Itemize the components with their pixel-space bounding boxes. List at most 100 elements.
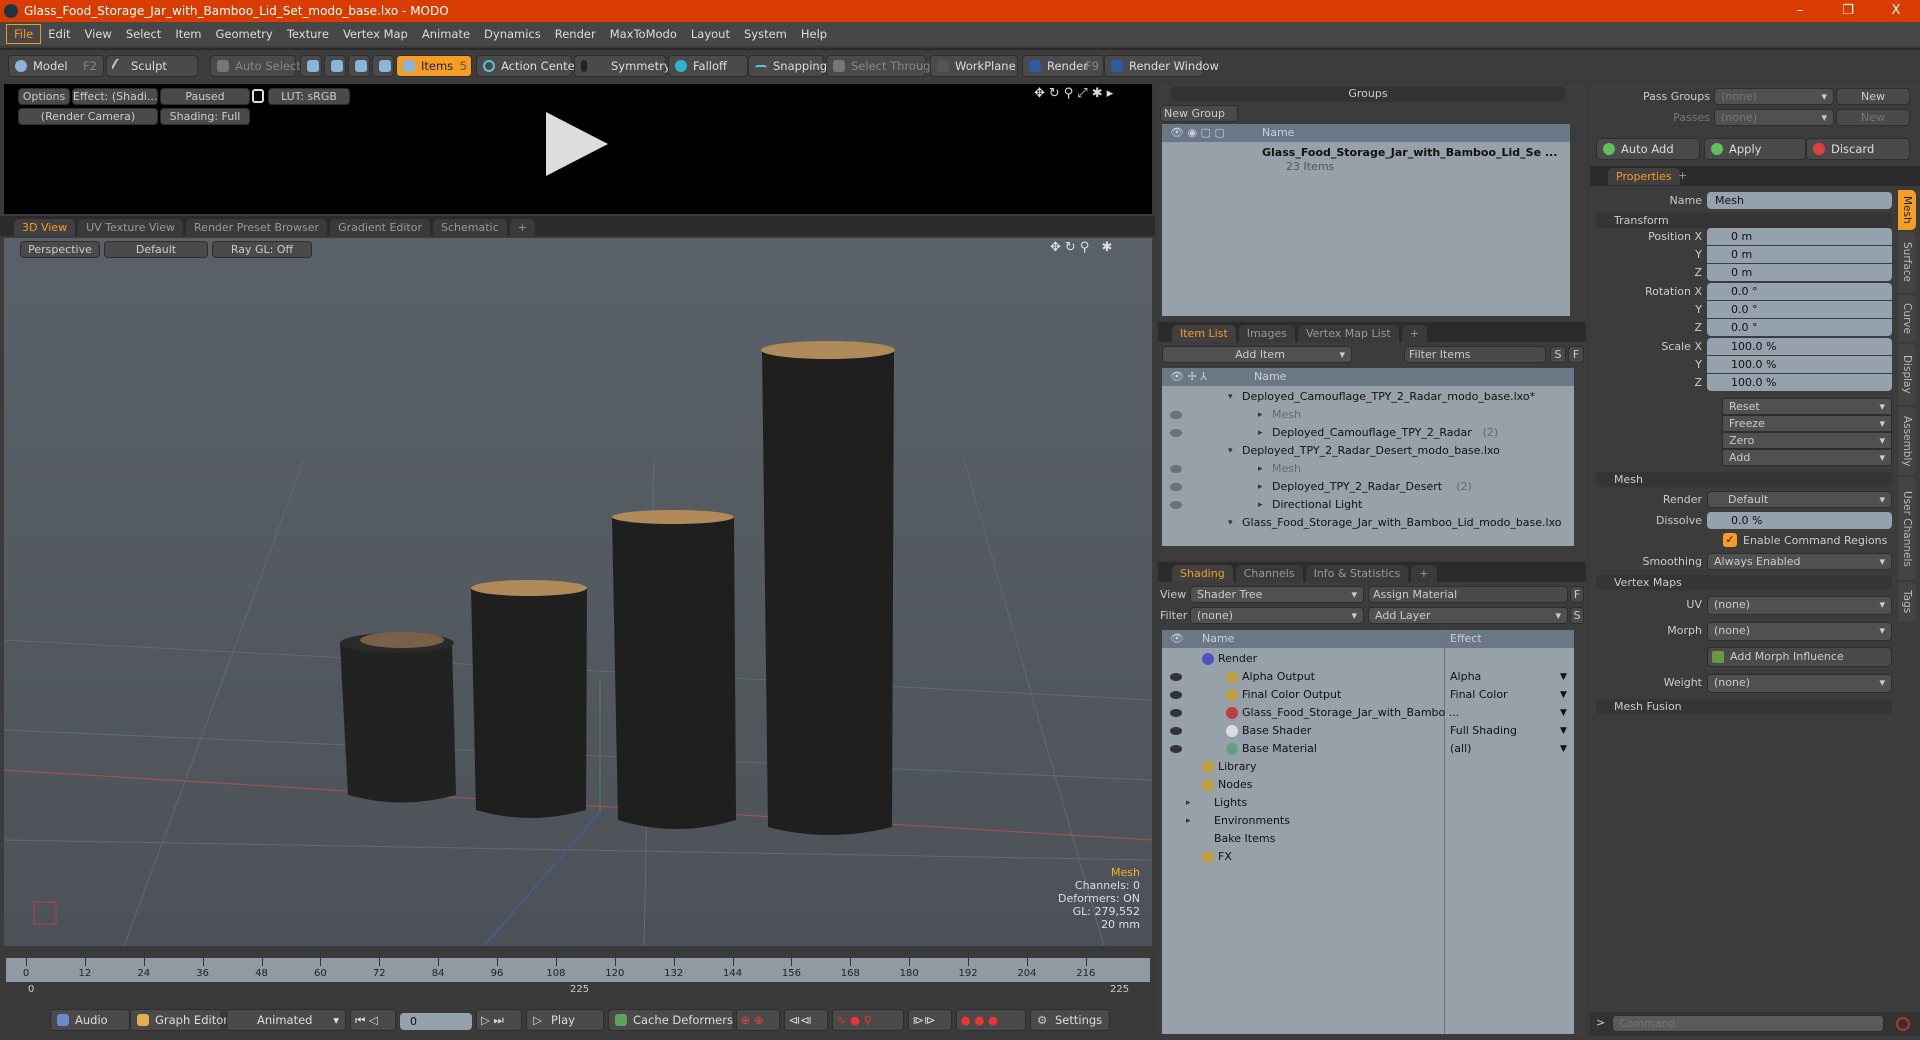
3d-viewport[interactable]: Perspective Default Ray GL: Off ✥↻⚲ ✱ Me… bbox=[4, 238, 1152, 946]
position-y-input[interactable]: 0 m bbox=[1707, 246, 1892, 263]
expand-arrow-icon[interactable]: ▾ bbox=[1228, 442, 1233, 460]
side-tab-assembly[interactable]: Assembly bbox=[1898, 407, 1916, 475]
raygl-dropdown[interactable]: Ray GL: Off bbox=[212, 241, 312, 258]
shader-row[interactable]: Base Shader Full Shading ▼ bbox=[1162, 722, 1574, 740]
shader-row[interactable]: Glass_Food_Storage_Jar_with_Bambo ... ▼ bbox=[1162, 704, 1574, 722]
expand-arrow-icon[interactable]: ▸ bbox=[1186, 794, 1191, 812]
name-input[interactable]: Mesh bbox=[1707, 192, 1892, 209]
assign-material-button[interactable]: Assign Material bbox=[1368, 586, 1568, 603]
position-z-input[interactable]: 0 m bbox=[1707, 264, 1892, 281]
menu-geometry[interactable]: Geometry bbox=[209, 25, 280, 43]
play-icon[interactable] bbox=[544, 110, 612, 178]
add-dropdown[interactable]: Add bbox=[1722, 449, 1892, 466]
visibility-eye-icon[interactable] bbox=[1170, 483, 1182, 491]
minimize-button[interactable]: – bbox=[1780, 0, 1820, 22]
effect-dropdown-icon[interactable]: ▼ bbox=[1560, 668, 1567, 686]
menu-file[interactable]: File bbox=[6, 24, 42, 44]
zero-dropdown[interactable]: Zero bbox=[1722, 432, 1892, 449]
animated-dropdown[interactable]: Animated ▾ bbox=[226, 1009, 346, 1031]
shader-row[interactable]: Alpha Output Alpha ▼ bbox=[1162, 668, 1574, 686]
morph-dropdown[interactable]: (none) bbox=[1707, 622, 1892, 641]
item-row[interactable]: ▾ Deployed_Camouflage_TPY_2_Radar_modo_ba… bbox=[1162, 388, 1574, 406]
menu-dynamics[interactable]: Dynamics bbox=[477, 25, 548, 43]
falloff-button[interactable]: Falloff bbox=[668, 55, 748, 77]
menu-select[interactable]: Select bbox=[119, 25, 168, 43]
f-button[interactable]: F bbox=[1568, 346, 1584, 363]
new-group-button[interactable]: New Group bbox=[1160, 105, 1238, 122]
shader-row[interactable]: Render bbox=[1162, 650, 1574, 668]
passes-dropdown[interactable]: (none) bbox=[1714, 109, 1834, 126]
timeline-ruler[interactable]: 0 12 24 36 48 60 72 84 96 108 120 132 144 156 168 180 19… bbox=[6, 958, 1150, 982]
tab-channels[interactable]: Channels bbox=[1235, 565, 1303, 582]
menu-help[interactable]: Help bbox=[794, 25, 834, 43]
effect-dropdown-icon[interactable]: ▼ bbox=[1560, 704, 1567, 722]
visibility-eye-icon[interactable] bbox=[1170, 465, 1182, 473]
vertex-maps-section[interactable]: Vertex Maps bbox=[1596, 575, 1892, 590]
tab-gradient-editor[interactable]: Gradient Editor bbox=[330, 219, 430, 236]
preview-paused-button[interactable]: Paused bbox=[160, 88, 250, 105]
add-item-dropdown[interactable]: Add Item bbox=[1162, 346, 1352, 363]
menu-animate[interactable]: Animate bbox=[415, 25, 477, 43]
tab-item-list[interactable]: Item List bbox=[1172, 325, 1236, 342]
shader-row[interactable]: Bake Items bbox=[1162, 830, 1574, 848]
scale-y-input[interactable]: 100.0 % bbox=[1707, 356, 1892, 373]
item-row[interactable]: ▸ Deployed_TPY_2_Radar_Desert (2) bbox=[1162, 478, 1574, 496]
item-row[interactable]: ▸ Mesh bbox=[1162, 406, 1574, 424]
items-mode-button[interactable]: Items 5 bbox=[396, 55, 472, 77]
render-camera-dropdown[interactable]: (Render Camera) bbox=[18, 108, 158, 125]
branch-icon[interactable]: ▸ bbox=[1258, 496, 1263, 514]
lock-icon[interactable] bbox=[252, 89, 264, 103]
freeze-dropdown[interactable]: Freeze bbox=[1722, 415, 1892, 432]
branch-icon[interactable]: ▸ bbox=[1258, 478, 1263, 496]
shader-row[interactable]: ▸ Environments bbox=[1162, 812, 1574, 830]
play-button[interactable]: ▷ Play bbox=[526, 1009, 604, 1031]
sculpt-button[interactable]: Sculpt bbox=[106, 55, 198, 77]
vertices-mode-icon[interactable] bbox=[300, 55, 322, 77]
menu-texture[interactable]: Texture bbox=[280, 25, 336, 43]
visibility-eye-icon[interactable] bbox=[1170, 691, 1182, 699]
skip-back-buttons[interactable]: ⏮ ◁ bbox=[350, 1009, 396, 1031]
preview-nav-icons[interactable]: ✥↻⚲⤢✱▸ bbox=[1034, 86, 1117, 101]
visibility-eye-icon[interactable] bbox=[1170, 411, 1182, 419]
settings-button[interactable]: ⚙ Settings bbox=[1030, 1009, 1110, 1031]
auto-add-button[interactable]: Auto Add bbox=[1596, 138, 1700, 160]
prev-key-buttons[interactable]: ⧏⧏ bbox=[784, 1009, 828, 1031]
side-tab-surface[interactable]: Surface bbox=[1898, 232, 1916, 293]
render-window-button[interactable]: Render Window bbox=[1104, 55, 1219, 77]
effect-dropdown-icon[interactable]: ▼ bbox=[1560, 722, 1567, 740]
visibility-eye-icon[interactable] bbox=[1170, 745, 1182, 753]
add-morph-influence-button[interactable]: Add Morph Influence bbox=[1707, 647, 1892, 667]
visibility-eye-icon[interactable] bbox=[1170, 709, 1182, 717]
item-row[interactable]: ▸ Deployed_Camouflage_TPY_2_Radar (2) bbox=[1162, 424, 1574, 442]
smoothing-dropdown[interactable]: Always Enabled bbox=[1707, 553, 1892, 570]
tab-properties[interactable]: Properties bbox=[1608, 168, 1680, 185]
polygons-mode-icon[interactable] bbox=[348, 55, 370, 77]
viewport-nav-icons[interactable]: ✥↻⚲ ✱ bbox=[1050, 240, 1116, 255]
effect-dropdown-icon[interactable]: ▼ bbox=[1560, 686, 1567, 704]
shader-row[interactable]: FX bbox=[1162, 848, 1574, 866]
menu-render[interactable]: Render bbox=[548, 25, 603, 43]
tab-render-preset-browser[interactable]: Render Preset Browser bbox=[186, 219, 328, 236]
tab-3d-view[interactable]: 3D View bbox=[14, 219, 76, 236]
shader-row[interactable]: ▸ Lights bbox=[1162, 794, 1574, 812]
mesh-section[interactable]: Mesh bbox=[1596, 472, 1892, 487]
discard-button[interactable]: Discard bbox=[1806, 138, 1910, 160]
preview-effect-dropdown[interactable]: Effect: (Shadi... bbox=[72, 88, 158, 105]
command-input[interactable] bbox=[1612, 1015, 1884, 1032]
filter-dropdown[interactable]: (none) bbox=[1190, 607, 1364, 624]
edges-mode-icon[interactable] bbox=[324, 55, 346, 77]
dissolve-input[interactable]: 0.0 % bbox=[1707, 512, 1892, 529]
item-row[interactable]: ▾ Deployed_TPY_2_Radar_Desert_modo_base.l… bbox=[1162, 442, 1574, 460]
weight-dropdown[interactable]: (none) bbox=[1707, 674, 1892, 693]
key-buttons[interactable]: ⊕ ⊕ bbox=[736, 1009, 780, 1031]
branch-icon[interactable]: ▸ bbox=[1258, 424, 1263, 442]
shader-row[interactable]: Nodes bbox=[1162, 776, 1574, 794]
side-tab-curve[interactable]: Curve bbox=[1898, 295, 1916, 342]
item-row[interactable]: ▸ Directional Light bbox=[1162, 496, 1574, 514]
expand-arrow-icon[interactable]: ▸ bbox=[1186, 812, 1191, 830]
timeline[interactable]: 0 12 24 36 48 60 72 84 96 108 120 132 144 156 168 180 19… bbox=[4, 956, 1152, 1000]
tab-info-statistics[interactable]: Info & Statistics bbox=[1305, 565, 1409, 582]
rotation-x-input[interactable]: 0.0 ° bbox=[1707, 283, 1892, 300]
s-button[interactable]: S bbox=[1550, 346, 1566, 363]
effect-value[interactable]: Alpha bbox=[1450, 668, 1481, 686]
